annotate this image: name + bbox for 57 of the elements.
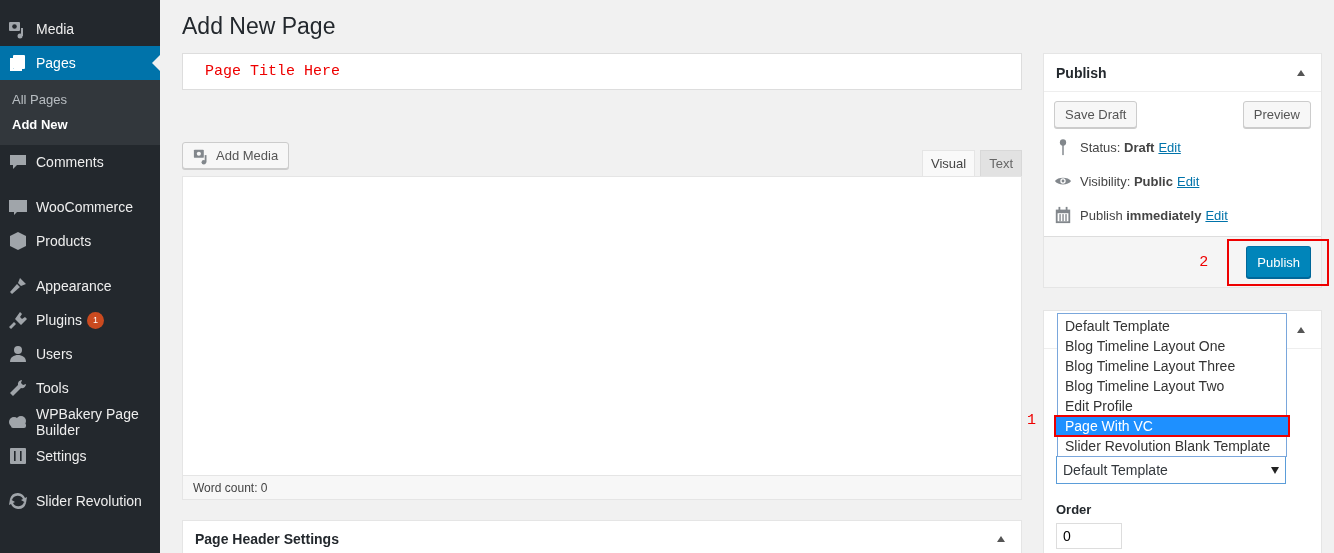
dropdown-option[interactable]: Slider Revolution Blank Template	[1058, 436, 1286, 456]
edit-link[interactable]: Edit	[1205, 207, 1228, 223]
speech-bubble-icon	[8, 152, 28, 172]
editor-tab[interactable]: Visual	[921, 150, 976, 176]
menu-item[interactable]: Media	[0, 12, 160, 46]
submenu-item[interactable]: Add New	[0, 112, 160, 137]
title-field[interactable]: Page Title Here	[182, 53, 1022, 90]
menu-item[interactable]: Products	[0, 224, 160, 258]
dropdown-option[interactable]: Blog Timeline Layout One	[1058, 336, 1286, 356]
dropdown-option[interactable]: Blog Timeline Layout Two	[1058, 376, 1286, 396]
page-heading: Add New Page	[182, 12, 337, 40]
plug-icon	[8, 310, 28, 330]
paintbrush-icon	[8, 276, 28, 296]
chat-bubble-icon	[8, 197, 28, 217]
menu-item[interactable]: Tools	[0, 371, 160, 405]
refresh-icon	[8, 491, 28, 511]
preview-button[interactable]: Preview	[1242, 101, 1311, 128]
caret-icon	[1271, 466, 1279, 474]
edit-link[interactable]: Edit	[1158, 139, 1181, 155]
update-count-badge: 1	[86, 311, 104, 329]
word-count: Word count: 0	[193, 480, 268, 495]
submenu-item[interactable]: All Pages	[0, 87, 160, 112]
meta-text: Status: Draft	[1080, 139, 1155, 155]
menu-item[interactable]: WooCommerce	[0, 190, 160, 224]
annotation-number: 1	[1027, 412, 1036, 429]
collapse-toggle[interactable]	[1297, 69, 1305, 76]
order-field[interactable]: 0	[1056, 523, 1122, 549]
menu-item[interactable]: Users	[0, 337, 160, 371]
meta-text: Visibility: Public	[1080, 173, 1173, 189]
calendar-icon	[1054, 206, 1072, 224]
box-icon	[8, 231, 28, 251]
add-media-button[interactable]: Add Media	[182, 142, 290, 169]
editor-tab[interactable]: Text	[980, 150, 1022, 176]
panel-title: Page Header Settings	[195, 531, 339, 547]
menu-item[interactable]: Comments	[0, 145, 160, 179]
save-draft-button[interactable]: Save Draft	[1054, 101, 1138, 128]
menu-item[interactable]: Pages	[0, 46, 160, 80]
collapse-toggle[interactable]	[997, 536, 1005, 542]
order-label: Order	[1056, 502, 1092, 517]
dropdown-option[interactable]: Edit Profile	[1058, 396, 1286, 416]
edit-link[interactable]: Edit	[1176, 173, 1200, 189]
menu-item[interactable]: Plugins 1	[0, 303, 160, 337]
person-icon	[8, 344, 28, 364]
document-icon	[8, 53, 28, 73]
meta-text: Publish immediately	[1080, 207, 1202, 223]
menu-item[interactable]: WPBakery Page Builder	[0, 405, 160, 439]
panel-title: Publish	[1056, 64, 1107, 81]
menu-item[interactable]: Slider Revolution	[0, 484, 160, 518]
dropdown-option[interactable]: Blog Timeline Layout Three	[1058, 356, 1286, 376]
collapse-toggle[interactable]	[1297, 326, 1305, 333]
publish-button[interactable]: Publish	[1246, 246, 1311, 278]
sliders-icon	[8, 446, 28, 466]
menu-item[interactable]: Settings	[0, 439, 160, 473]
dropdown-option[interactable]: Default Template	[1058, 316, 1286, 336]
annotation-number: 2	[1199, 253, 1209, 271]
wrench-icon	[8, 378, 28, 398]
menu-item[interactable]: Appearance	[0, 269, 160, 303]
